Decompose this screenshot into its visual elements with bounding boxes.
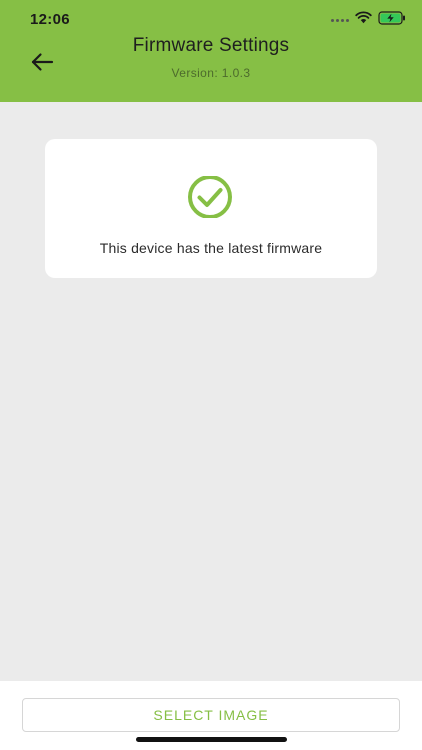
firmware-status-message: This device has the latest firmware [99,240,323,256]
page-title: Firmware Settings [132,35,290,56]
wifi-icon [355,11,372,29]
home-indicator[interactable] [136,737,287,742]
check-circle-icon [185,176,235,218]
signal-dots-icon [331,18,349,22]
status-icons [331,10,406,30]
app-header: 12:06 Firmware Settings Version: 1.0.3 [0,0,422,102]
select-image-button[interactable]: SELECT IMAGE [22,698,400,732]
status-time: 12:06 [30,11,70,28]
battery-charging-icon [378,10,406,30]
firmware-settings-screen: 12:06 Firmware Settings Version: 1.0.3 T… [0,0,422,750]
firmware-status-card: This device has the latest firmware [45,139,377,278]
version-label: Version: 1.0.3 [171,66,251,80]
